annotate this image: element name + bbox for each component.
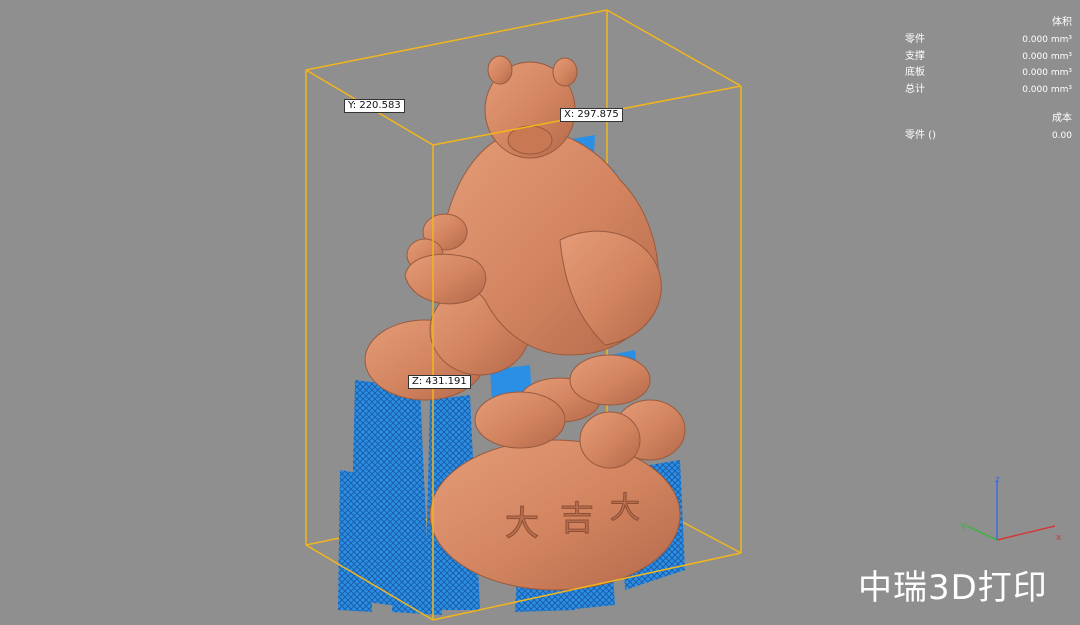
- y-axis-label: y: [961, 521, 967, 531]
- stat-value: 0.000 mm³: [1022, 68, 1072, 78]
- volume-row-base: 底板 0.000 mm³: [900, 65, 1072, 82]
- dimension-z-label: Z: 431.191: [408, 375, 471, 389]
- 3d-viewport[interactable]: 大 吉 大 Y: 220.583 X: 297.875 Z: 431.191 体…: [0, 0, 1080, 625]
- stat-label: 零件 (): [905, 130, 936, 141]
- cost-row-part: 零件 () 0.00: [900, 128, 1072, 145]
- dimension-x-label: X: 297.875: [560, 108, 623, 122]
- stat-label: 总计: [905, 83, 925, 95]
- axis-gizmo[interactable]: x z y: [955, 470, 1065, 550]
- y-axis-line: [966, 525, 998, 541]
- watermark: 中瑞3D打印: [858, 568, 1048, 608]
- stat-value: 0.00: [1051, 131, 1072, 141]
- z-axis-label: z: [995, 475, 1000, 485]
- volume-row-support: 支撑 0.000 mm³: [900, 49, 1072, 66]
- x-axis-line: [996, 525, 1056, 541]
- dimension-y-label: Y: 220.583: [344, 99, 405, 113]
- stats-panel: 体积 零件 0.000 mm³ 支撑 0.000 mm³ 底板 0.000 mm…: [900, 14, 1072, 145]
- stat-label: 零件: [905, 34, 925, 45]
- svg-text:吉: 吉: [560, 499, 594, 539]
- volume-header: 体积: [1052, 17, 1072, 28]
- stat-label: 支撑: [905, 50, 925, 62]
- svg-text:大: 大: [505, 504, 539, 544]
- svg-text:大: 大: [610, 491, 640, 526]
- stat-value: 0.000 mm³: [1022, 35, 1072, 45]
- stat-value: 0.000 mm³: [1022, 51, 1072, 62]
- x-axis-label: x: [1056, 533, 1062, 543]
- volume-row-part: 零件 0.000 mm³: [900, 32, 1072, 49]
- cost-header: 成本: [1052, 113, 1072, 124]
- stat-label: 底板: [905, 67, 925, 78]
- stat-value: 0.000 mm³: [1022, 84, 1072, 95]
- volume-row-total: 总计 0.000 mm³: [900, 82, 1072, 99]
